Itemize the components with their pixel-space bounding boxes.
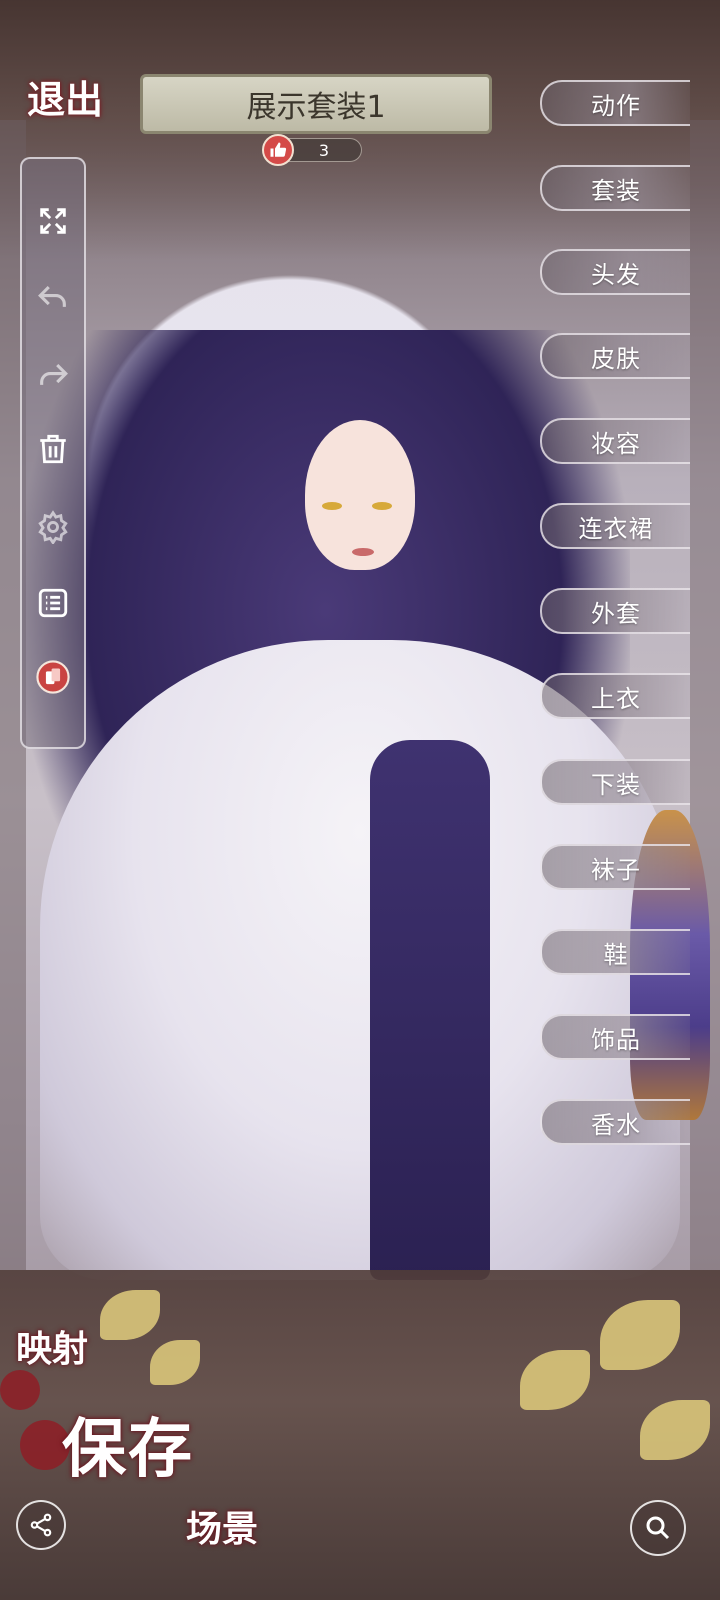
category-button[interactable]: 头发 [540, 249, 690, 295]
character-eye [322, 502, 342, 510]
character-eye [372, 502, 392, 510]
fullscreen-icon[interactable] [33, 201, 73, 241]
scene-button[interactable]: 场景 [186, 1500, 258, 1552]
like-count: 3 [318, 140, 330, 160]
category-button[interactable]: 连衣裙 [540, 503, 690, 549]
category-button[interactable]: 套装 [540, 165, 690, 211]
thumbs-up-icon [262, 134, 294, 166]
category-button[interactable]: 外套 [540, 588, 690, 634]
category-button[interactable]: 上衣 [540, 673, 690, 719]
share-button[interactable] [16, 1500, 66, 1550]
zoom-button[interactable] [630, 1500, 686, 1556]
undo-icon[interactable] [33, 277, 73, 317]
category-button[interactable]: 袜子 [540, 844, 690, 890]
outfit-title-banner[interactable]: 展示套装1 [140, 74, 492, 134]
like-counter[interactable]: 3 [262, 134, 364, 166]
category-button[interactable]: 香水 [540, 1099, 690, 1145]
save-button[interactable]: 保存 [62, 1398, 194, 1490]
magnifier-icon [646, 1516, 670, 1540]
category-button[interactable]: 饰品 [540, 1014, 690, 1060]
mapping-button[interactable]: 映射 [16, 1320, 88, 1372]
list-icon[interactable] [33, 583, 73, 623]
redo-icon[interactable] [33, 355, 73, 395]
character-lips [352, 548, 374, 556]
character-dress [370, 740, 490, 1280]
rose-decoration [0, 1370, 40, 1410]
category-button[interactable]: 妆容 [540, 418, 690, 464]
edit-toolbar [20, 157, 86, 749]
share-icon [30, 1513, 52, 1537]
category-button[interactable]: 鞋 [540, 929, 690, 975]
card-swap-icon[interactable] [33, 657, 73, 697]
outfit-title: 展示套装1 [246, 90, 386, 125]
gear-icon[interactable] [33, 507, 73, 547]
trash-icon[interactable] [33, 429, 73, 469]
category-button[interactable]: 皮肤 [540, 333, 690, 379]
category-button[interactable]: 下装 [540, 759, 690, 805]
exit-button[interactable]: 退出 [10, 70, 120, 122]
category-button[interactable]: 动作 [540, 80, 690, 126]
